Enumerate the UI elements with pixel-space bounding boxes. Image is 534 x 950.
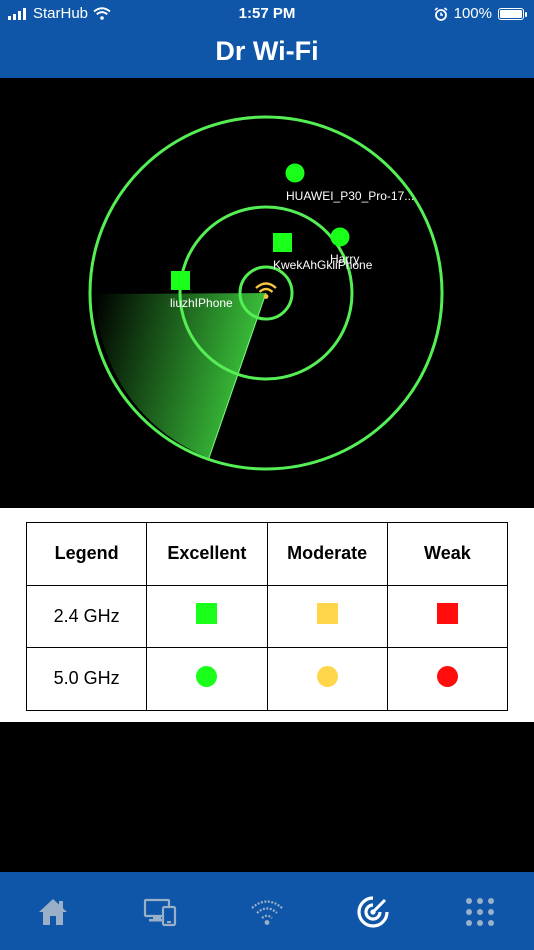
legend-header-moderate: Moderate xyxy=(266,522,388,586)
legend-header-row: Legend Excellent Moderate Weak xyxy=(25,522,509,586)
moderate-square-icon xyxy=(316,603,338,625)
status-bar: StarHub 1:57 PM 100% xyxy=(0,0,534,28)
device-label-liuzh: liuzhIPhone xyxy=(170,296,233,310)
legend-header-weak: Weak xyxy=(386,522,509,586)
legend-header-excellent: Excellent xyxy=(146,522,268,586)
home-icon xyxy=(39,899,67,925)
tab-devices[interactable] xyxy=(140,892,180,932)
tab-more[interactable] xyxy=(460,892,500,932)
alarm-icon xyxy=(434,6,448,21)
status-right: 100% xyxy=(434,5,527,22)
radar-view: HUAWEI_P30_Pro-17... Harry KwekAhGkliPho… xyxy=(0,78,534,508)
legend-header-legend: Legend xyxy=(25,522,148,586)
device-label-kwek: KwekAhGkliPhone xyxy=(273,258,373,272)
weak-square-icon xyxy=(436,603,458,625)
battery-icon xyxy=(498,7,527,20)
tab-wifi[interactable] xyxy=(247,892,287,932)
legend-row-24ghz: 2.4 GHz xyxy=(25,584,509,649)
moderate-circle-icon xyxy=(316,665,338,687)
device-marker-kwek xyxy=(273,233,292,252)
empty-area xyxy=(0,722,534,872)
device-label-huawei: HUAWEI_P30_Pro-17... xyxy=(286,189,414,203)
devices-icon xyxy=(143,898,177,927)
app-header: StarHub 1:57 PM 100% Dr Wi-Fi xyxy=(0,0,534,78)
radar-canvas: HUAWEI_P30_Pro-17... Harry KwekAhGkliPho… xyxy=(88,115,444,471)
legend-row-50ghz: 5.0 GHz xyxy=(25,647,509,711)
tab-radar[interactable] xyxy=(353,892,393,932)
weak-circle-icon xyxy=(436,665,458,687)
page-title: Dr Wi-Fi xyxy=(215,36,319,66)
radar-icon xyxy=(357,896,389,928)
legend-row-label: 5.0 GHz xyxy=(25,647,148,711)
device-marker-huawei xyxy=(285,163,305,183)
bottom-tab-bar xyxy=(0,872,534,950)
battery-percent: 100% xyxy=(453,5,492,22)
legend-row-label: 2.4 GHz xyxy=(25,584,148,649)
excellent-square-icon xyxy=(196,603,218,625)
tab-home[interactable] xyxy=(33,892,73,932)
excellent-circle-icon xyxy=(196,665,218,687)
legend-table: Legend Excellent Moderate Weak 2.4 GHz 5… xyxy=(25,522,509,711)
device-marker-harry xyxy=(330,227,350,247)
device-marker-liuzh xyxy=(171,271,190,290)
legend-section: Legend Excellent Moderate Weak 2.4 GHz 5… xyxy=(0,508,534,722)
grid-icon xyxy=(466,898,494,926)
wifi-icon xyxy=(251,900,283,925)
